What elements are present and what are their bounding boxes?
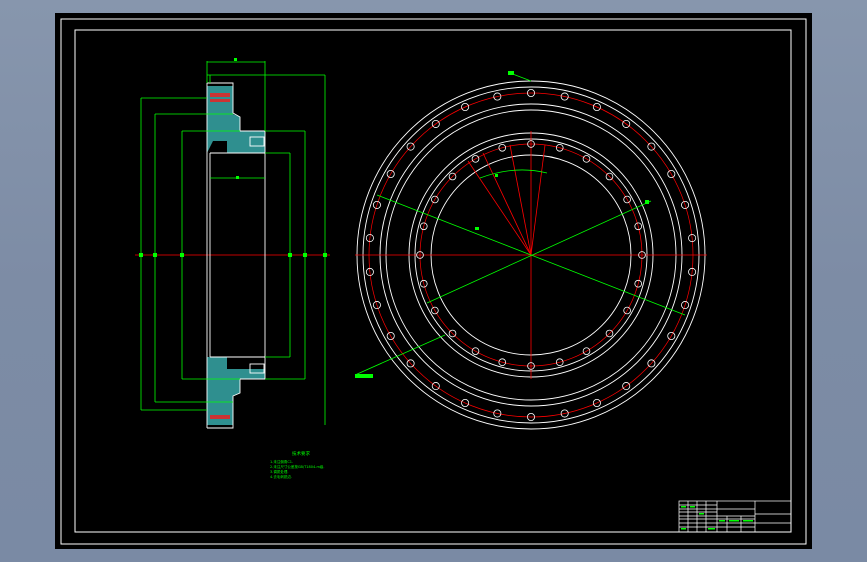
section-view[interactable] <box>135 58 330 429</box>
cad-viewport[interactable]: 技术要求 1.未注倒角C1. 2.未注尺寸公差按GB/T1804-m级. 3.调… <box>55 13 812 549</box>
front-dimension-ticks <box>355 71 649 378</box>
cad-drawing-canvas: 技术要求 1.未注倒角C1. 2.未注尺寸公差按GB/T1804-m级. 3.调… <box>60 18 807 545</box>
front-view[interactable] <box>354 71 707 430</box>
section-hatch-top <box>207 86 265 153</box>
tech-note-line: 4.去毛刺锐边. <box>270 474 292 479</box>
tech-note-line: 2.未注尺寸公差按GB/T1804-m级. <box>270 464 324 469</box>
title-block[interactable] <box>678 500 792 533</box>
tech-note-line: 3.调质处理. <box>270 469 288 474</box>
technical-notes: 技术要求 1.未注倒角C1. 2.未注尺寸公差按GB/T1804-m级. 3.调… <box>270 450 324 479</box>
tech-notes-title: 技术要求 <box>292 450 310 457</box>
tech-note-line: 1.未注倒角C1. <box>270 459 293 464</box>
section-hatch-bottom <box>207 357 265 425</box>
